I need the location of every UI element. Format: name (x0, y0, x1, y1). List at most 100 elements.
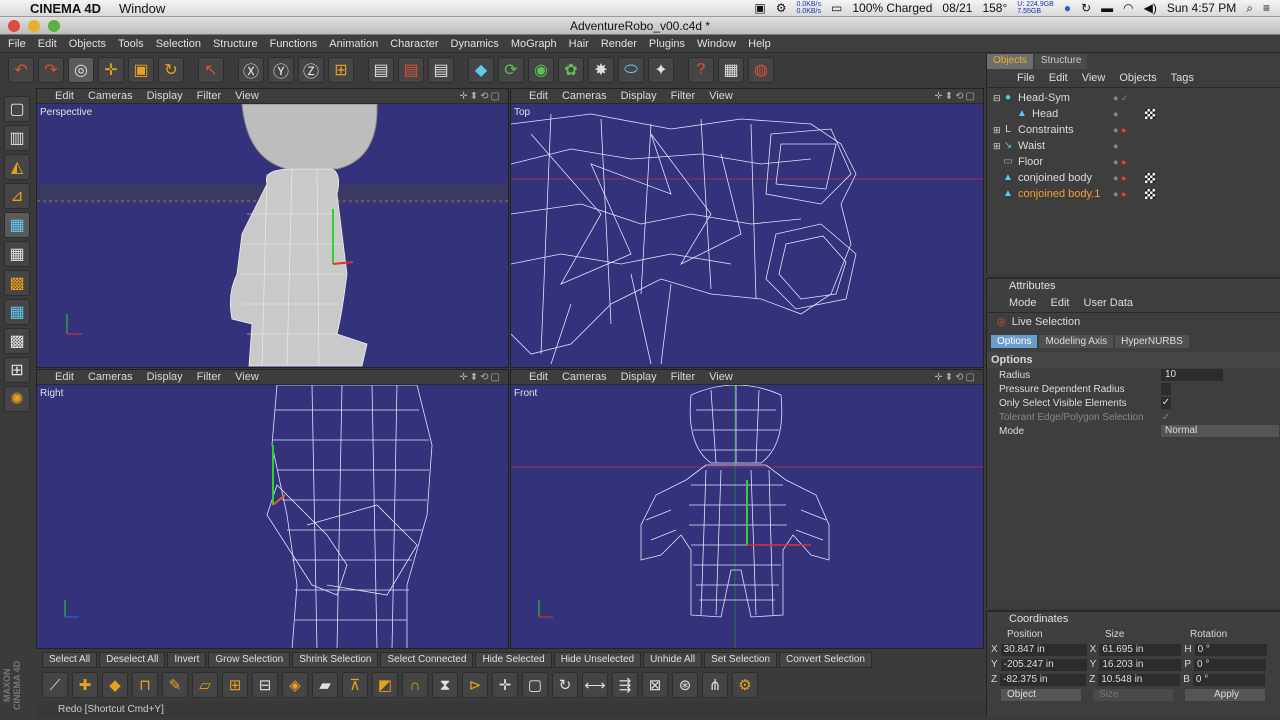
zoom-window-icon[interactable] (48, 20, 60, 32)
om-edit-menu[interactable]: Edit (1049, 72, 1068, 84)
visibility-dots[interactable]: ● (1113, 109, 1118, 119)
list-item[interactable]: ▲ conjoined body.1 ● ● (987, 186, 1280, 202)
vp-filter-menu[interactable]: Filter (671, 371, 695, 383)
camera-light-icon[interactable]: ✦ (648, 57, 674, 83)
vp-view-menu[interactable]: View (709, 90, 733, 102)
x-axis-icon[interactable]: Ⓧ (238, 57, 264, 83)
viewport-nav-icons[interactable]: ✛⬍⟲▢ (934, 372, 977, 383)
viewport-top[interactable]: Edit Cameras Display Filter View ✛⬍⟲▢ To… (510, 88, 984, 368)
position-z-field[interactable]: -82.375 in (1000, 673, 1087, 686)
visible-elements-checkbox[interactable]: ✓ (1161, 397, 1171, 409)
nurbs-icon[interactable]: ⟳ (498, 57, 524, 83)
use-object-mode-icon[interactable]: ▥ (4, 125, 30, 151)
undo-icon[interactable]: ↶ (8, 57, 34, 83)
help-icon[interactable]: ? (688, 57, 714, 83)
bluetooth-icon[interactable]: ● (1064, 1, 1071, 15)
extrude-icon[interactable]: ◆ (102, 672, 128, 698)
menu-render[interactable]: Render (595, 38, 643, 50)
render-settings-icon[interactable]: ▤ (428, 57, 454, 83)
menu-mograph[interactable]: MoGraph (505, 38, 563, 50)
menu-character[interactable]: Character (384, 38, 444, 50)
close-window-icon[interactable] (8, 20, 20, 32)
vp-cameras-menu[interactable]: Cameras (88, 371, 133, 383)
apply-button[interactable]: Apply (1185, 688, 1265, 701)
hide-selected-button[interactable]: Hide Selected (475, 652, 552, 668)
use-polygons-mode-icon[interactable]: ▦ (4, 241, 30, 267)
use-edges-mode-icon[interactable]: ▦ (4, 212, 30, 238)
visibility-dots[interactable]: ● ● (1113, 173, 1126, 183)
smooth-shift-icon[interactable]: ⊼ (342, 672, 368, 698)
minimize-window-icon[interactable] (28, 20, 40, 32)
viewport-right[interactable]: Edit Cameras Display Filter View ✛⬍⟲▢ Ri… (36, 369, 509, 649)
create-polygon-icon[interactable]: ⊞ (222, 672, 248, 698)
mode-dropdown[interactable]: Normal (1161, 425, 1279, 437)
viewport-nav-icons[interactable]: ✛⬍⟲▢ (934, 91, 977, 102)
tab-objects[interactable]: Objects (987, 54, 1033, 69)
checker-icon[interactable]: ▩ (4, 328, 30, 354)
position-x-field[interactable]: 30.847 in (1000, 643, 1087, 656)
om-tags-menu[interactable]: Tags (1171, 72, 1194, 84)
visibility-dots[interactable]: ● ● (1113, 189, 1126, 199)
coord-mode-dropdown[interactable]: Object (1001, 688, 1081, 701)
vp-filter-menu[interactable]: Filter (197, 90, 221, 102)
menu-tools[interactable]: Tools (112, 38, 150, 50)
size-z-field[interactable]: 10.548 in (1098, 673, 1181, 686)
vp-view-menu[interactable]: View (235, 90, 259, 102)
vp-cameras-menu[interactable]: Cameras (562, 371, 607, 383)
material-icon[interactable]: ◍ (748, 57, 774, 83)
viewport-perspective[interactable]: Edit Cameras Display Filter View ✛⬍⟲▢ Pe… (36, 88, 509, 368)
om-file-menu[interactable]: File (1017, 72, 1035, 84)
vp-display-menu[interactable]: Display (147, 371, 183, 383)
recent-tool-icon[interactable]: ↖ (198, 57, 224, 83)
tab-hypernurbs[interactable]: HyperNURBS (1115, 335, 1189, 348)
vp-cameras-menu[interactable]: Cameras (562, 90, 607, 102)
cloner-icon[interactable]: ✿ (558, 57, 584, 83)
expand-icon[interactable]: ⊞ (993, 141, 1003, 152)
rotate-icon[interactable]: ↻ (158, 57, 184, 83)
expand-icon[interactable]: ⊟ (993, 93, 1003, 104)
clock[interactable]: Sun 4:57 PM (1167, 1, 1236, 15)
om-view-menu[interactable]: View (1082, 72, 1106, 84)
render-view-icon[interactable]: ▤ (368, 57, 394, 83)
spin-edge-icon[interactable]: ↻ (552, 672, 578, 698)
texture-tag-icon[interactable] (1145, 109, 1155, 119)
use-axis-icon[interactable]: ▩ (4, 270, 30, 296)
extrude-inner-icon[interactable]: ◈ (282, 672, 308, 698)
snap-icon[interactable]: ✺ (4, 386, 30, 412)
size-mode-dropdown[interactable]: Size (1093, 688, 1173, 701)
brush-icon[interactable]: ✎ (162, 672, 188, 698)
deselect-all-button[interactable]: Deselect All (99, 652, 166, 668)
menu-help[interactable]: Help (742, 38, 777, 50)
rotation-h-field[interactable]: 0 ° (1194, 643, 1267, 656)
window-menu[interactable]: Window (119, 1, 165, 16)
y-axis-icon[interactable]: Ⓨ (268, 57, 294, 83)
pressure-checkbox[interactable] (1161, 383, 1171, 395)
connect-icon[interactable]: ⊟ (252, 672, 278, 698)
cube-icon[interactable]: ◆ (468, 57, 494, 83)
vp-edit-menu[interactable]: Edit (529, 90, 548, 102)
slide-icon[interactable]: ▢ (522, 672, 548, 698)
vp-display-menu[interactable]: Display (621, 90, 657, 102)
use-points-mode-icon[interactable]: ⊿ (4, 183, 30, 209)
use-model-mode-icon[interactable]: ▢ (4, 96, 30, 122)
visibility-dots[interactable]: ● ● (1113, 125, 1126, 135)
menu-plugins[interactable]: Plugins (643, 38, 691, 50)
workplane-icon[interactable]: ⊞ (4, 357, 30, 383)
vp-edit-menu[interactable]: Edit (529, 371, 548, 383)
tweak-mode-icon[interactable]: ▦ (4, 299, 30, 325)
radius-field[interactable]: 10 (1161, 369, 1223, 381)
subdivide-icon[interactable]: ⚙ (732, 672, 758, 698)
select-connected-button[interactable]: Select Connected (380, 652, 474, 668)
om-objects-menu[interactable]: Objects (1119, 72, 1156, 84)
position-y-field[interactable]: -205.247 in (1000, 658, 1087, 671)
list-item[interactable]: ▭ Floor ● ● (987, 154, 1280, 170)
attr-edit-menu[interactable]: Edit (1051, 297, 1070, 309)
size-x-field[interactable]: 61.695 in (1099, 643, 1182, 656)
play-icon[interactable]: ⊳ (462, 672, 488, 698)
sync-icon[interactable]: ↻ (1081, 1, 1091, 15)
viewport-nav-icons[interactable]: ✛⬍⟲▢ (459, 91, 502, 102)
vp-display-menu[interactable]: Display (621, 371, 657, 383)
app-menu[interactable]: CINEMA 4D (30, 1, 101, 16)
invert-button[interactable]: Invert (167, 652, 207, 668)
iron-icon[interactable]: ⊛ (672, 672, 698, 698)
